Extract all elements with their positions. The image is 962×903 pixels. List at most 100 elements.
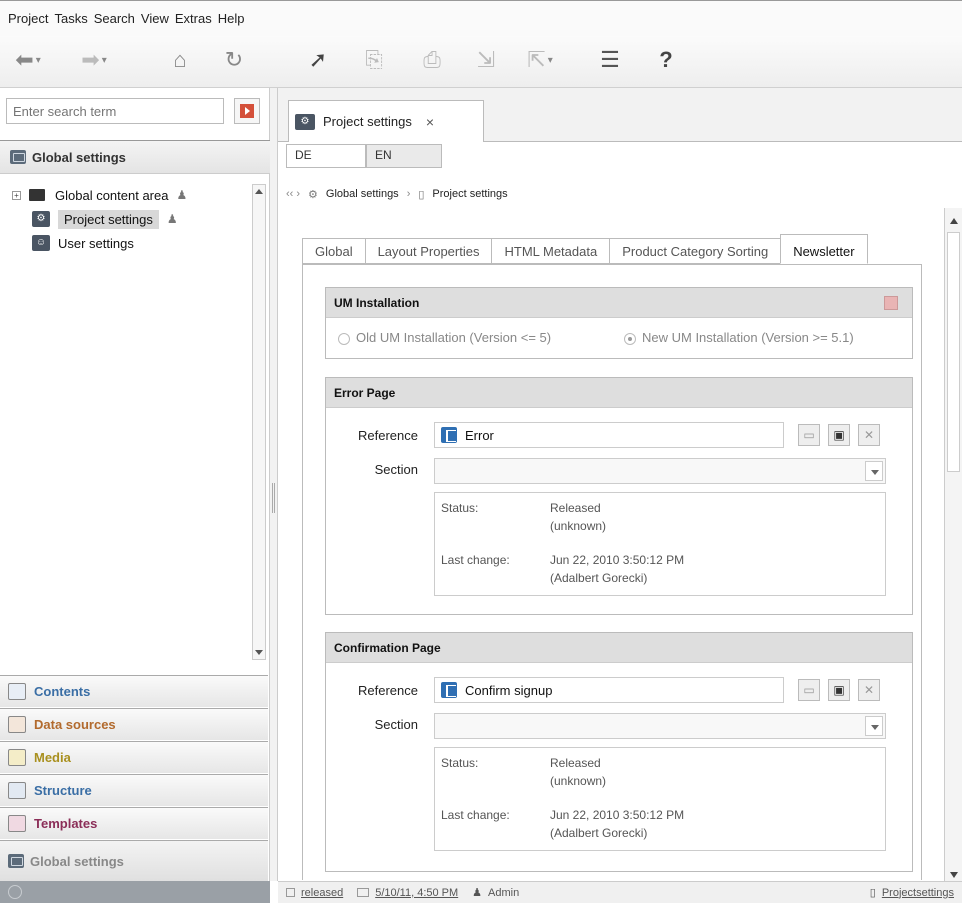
breadcrumb-project-settings[interactable]: Project settings [432,188,507,200]
nav-data-sources[interactable]: Data sources [0,708,268,740]
tab-label: Project settings [323,114,412,129]
status-projectsettings[interactable]: Projectsettings [882,887,954,899]
project-settings-icon: ⚙ [32,211,50,227]
page-icon[interactable]: ⎘ [360,46,388,74]
tree-item-user-settings[interactable]: ☺ User settings [32,232,134,254]
nav-global-settings[interactable]: Global settings [0,840,268,881]
user-icon: ♟ [472,887,483,899]
menu-extras[interactable]: Extras [175,11,212,26]
nav-label: Global settings [30,853,124,869]
status-date[interactable]: 5/10/11, 4:50 PM [375,887,458,899]
reference-label: Reference [358,683,418,698]
close-icon[interactable]: × [426,114,434,130]
forward-arrow-icon[interactable]: ➡ ▾ [80,46,108,74]
um-option-old[interactable]: Old UM Installation (Version <= 5) [338,330,551,345]
clear-icon[interactable]: ✕ [858,424,880,446]
tab-product-category-sorting[interactable]: Product Category Sorting [609,238,781,264]
menu-search[interactable]: Search [94,11,135,26]
page-reference-icon [441,682,457,698]
pane-splitter[interactable] [270,88,278,881]
breadcrumb: ‹‹ › ⚙ Global settings › ▯ Project setti… [278,180,962,208]
breadcrumb-global-settings[interactable]: Global settings [326,188,399,200]
reference-field[interactable]: Error [434,422,784,448]
confirmation-page-panel: Confirmation Page Reference Confirm sign… [325,632,913,872]
released-icon [286,888,295,897]
open-folder-icon[interactable]: ▭ [798,424,820,446]
expand-icon[interactable]: + [12,190,21,200]
nav-contents[interactable]: Contents [0,675,268,707]
nav-label: Templates [34,816,98,831]
open-folder-icon[interactable]: ▭ [798,679,820,701]
panel-title: Error Page [326,378,912,408]
panel-help-icon[interactable] [884,296,898,310]
tree-item-project-settings[interactable]: ⚙ Project settings ♟ [32,208,178,230]
import-icon[interactable]: ⇱ ▾ [526,46,554,74]
tree-item-label: User settings [58,235,134,251]
content-scrollbar[interactable] [944,208,962,884]
checklist-icon[interactable]: ☰ [596,46,624,74]
print-icon[interactable]: ⎙ [418,46,446,74]
menu-help[interactable]: Help [218,11,245,26]
tab-newsletter[interactable]: Newsletter [780,234,868,264]
nav-label: Contents [34,684,91,699]
lang-de[interactable]: DE [286,144,366,168]
back-arrow-icon[interactable]: ⬅ ▾ [14,46,42,74]
tree-item-global-content-area[interactable]: + Global content area ♟ [12,184,187,206]
panel-title-text: UM Installation [334,295,420,310]
panel-title: Confirmation Page [326,633,912,663]
um-installation-panel: UM Installation Old UM Installation (Ver… [325,287,913,359]
user-icon: ♟ [166,212,178,226]
nav-templates[interactable]: Templates [0,807,268,839]
search-button[interactable] [234,98,260,124]
um-option-new[interactable]: New UM Installation (Version >= 5.1) [624,330,854,345]
nav-media[interactable]: Media [0,741,268,773]
play-icon [240,104,254,118]
search-input[interactable] [6,98,224,124]
section-label: Section [374,462,418,477]
clear-icon[interactable]: ✕ [858,679,880,701]
tab-global[interactable]: Global [302,238,365,264]
chevron-down-icon[interactable] [865,716,883,736]
menu-bar: Project Tasks Search View Extras Help [0,0,962,36]
radio-new[interactable] [624,332,636,345]
left-status-bar [0,881,270,903]
status-label: Status: [441,756,479,770]
newsletter-tab-body: UM Installation Old UM Installation (Ver… [302,264,922,880]
contents-icon [8,683,26,700]
select-page-icon[interactable]: ▣ [828,424,850,446]
nav-structure[interactable]: Structure [0,774,268,806]
menu-project[interactable]: Project [8,11,48,26]
templates-icon [8,815,26,832]
error-page-panel: Error Page Reference Error ▭ ▣ ✕ Section… [325,377,913,615]
status-released[interactable]: released [301,887,343,899]
status-bar: released 5/10/11, 4:50 PM ♟ Admin ▯ Proj… [278,881,962,903]
section-select[interactable] [434,713,886,739]
radio-old[interactable] [338,332,350,345]
folder-icon [29,189,45,201]
export-icon[interactable]: ⇲ [472,46,500,74]
home-icon[interactable]: ⌂ [166,46,194,74]
panel-title: UM Installation [326,288,912,318]
pointer-icon[interactable]: ➚ [304,46,332,74]
tab-html-metadata[interactable]: HTML Metadata [491,238,610,264]
tab-layout-properties[interactable]: Layout Properties [364,238,492,264]
tab-project-settings[interactable]: ⚙ Project settings × [288,100,484,142]
refresh-icon[interactable]: ↻ [220,46,248,74]
menu-tasks[interactable]: Tasks [54,11,87,26]
page-icon: ▯ [418,188,425,201]
menu-view[interactable]: View [141,11,169,26]
chevron-down-icon[interactable] [865,461,883,481]
breadcrumb-nav-icon[interactable]: ‹‹ › [286,188,300,200]
page-info-box: Status: Released (unknown) Last change: … [434,492,886,596]
last-change-user: (Adalbert Gorecki) [550,826,648,840]
lang-en[interactable]: EN [366,144,442,168]
editor-tab-bar: ⚙ Project settings × [278,88,962,142]
reference-field[interactable]: Confirm signup [434,677,784,703]
user-icon: ♟ [176,188,188,202]
last-change-label: Last change: [441,553,510,567]
tree: + Global content area ♟ ⚙ Project settin… [0,184,258,664]
section-select[interactable] [434,458,886,484]
tree-scrollbar[interactable] [252,184,266,660]
help-icon[interactable]: ? [652,46,680,74]
select-page-icon[interactable]: ▣ [828,679,850,701]
